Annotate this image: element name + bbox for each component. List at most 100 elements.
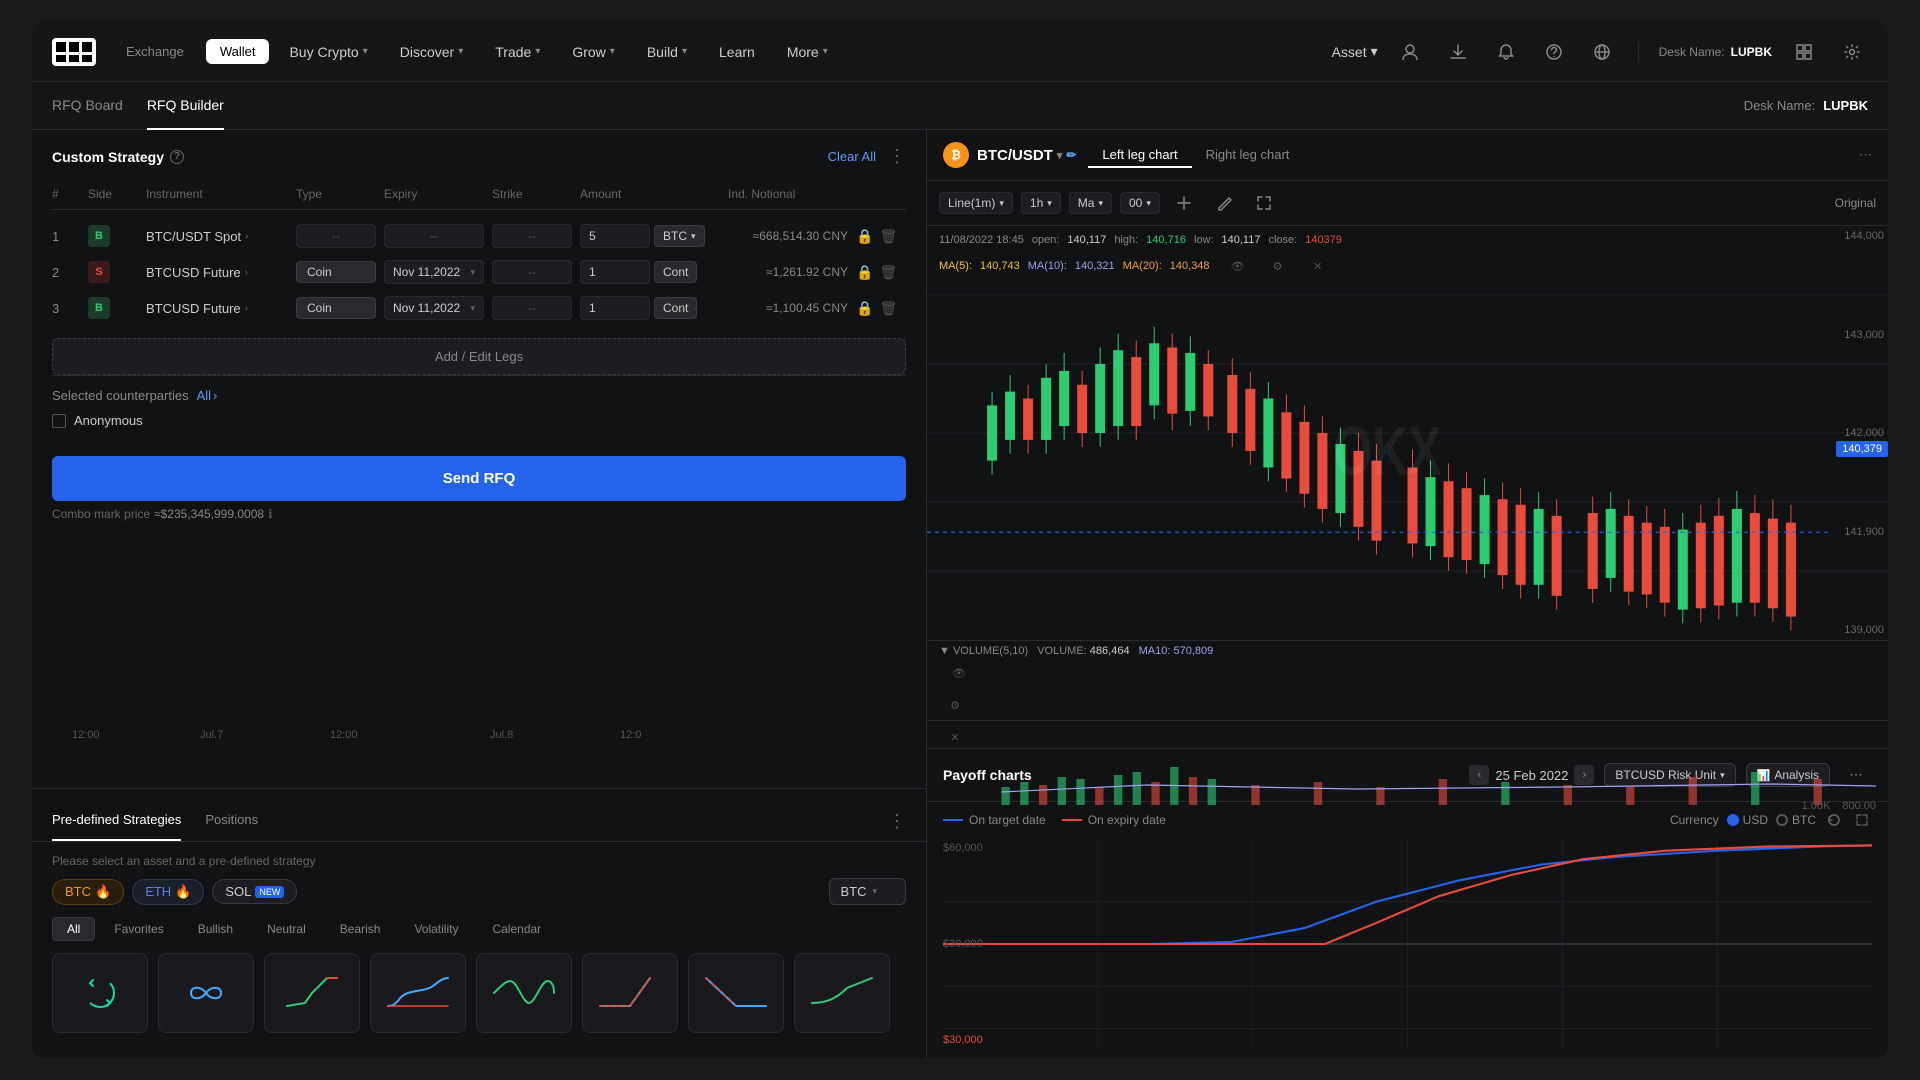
lock-icon[interactable]: 🔒	[856, 228, 873, 245]
combo-mark-price: Combo mark price ≈$235,345,999.0008 ℹ	[52, 507, 906, 521]
asset-name[interactable]: BTC/USDT ▾ ✏	[977, 147, 1076, 164]
wallet-tab[interactable]: Wallet	[206, 39, 270, 64]
download-icon[interactable]	[1442, 36, 1474, 68]
instrument-cell-3[interactable]: BTCUSD Future ›	[146, 301, 288, 316]
nav-buy-crypto[interactable]: Buy Crypto ▾	[277, 22, 379, 82]
currency-btc-option[interactable]: BTC	[1776, 813, 1816, 827]
instrument-cell-2[interactable]: BTCUSD Future ›	[146, 265, 288, 280]
strategy-card-2[interactable]	[158, 953, 254, 1033]
filter-tab-volatility[interactable]: Volatility	[399, 917, 473, 941]
delete-icon[interactable]: 🗑	[879, 264, 897, 281]
more-options-icon[interactable]: ⋮	[888, 146, 906, 167]
nav-grow[interactable]: Grow ▾	[560, 22, 626, 82]
chart-tab-left-leg[interactable]: Left leg chart	[1088, 143, 1191, 168]
instrument-cell-1[interactable]: BTC/USDT Spot ›	[146, 229, 288, 244]
asset-pill-eth[interactable]: ETH 🔥	[132, 879, 204, 905]
amount-input-2[interactable]: 1	[580, 260, 650, 284]
col-side: Side	[88, 187, 138, 201]
chart-fullscreen-icon[interactable]	[1248, 187, 1280, 219]
asset-pill-sol[interactable]: SOL NEW	[212, 879, 297, 904]
filter-tab-bearish[interactable]: Bearish	[325, 917, 396, 941]
volume-close-icon[interactable]: ✕	[939, 721, 971, 753]
subnav-right: Desk Name: LUPBK	[1744, 98, 1868, 113]
amount-unit-3[interactable]: Cont	[654, 297, 697, 319]
asset-pill-btc[interactable]: BTC 🔥	[52, 879, 124, 905]
predefined-tab-strategies[interactable]: Pre-defined Strategies	[52, 801, 181, 841]
expiry-select-2[interactable]: Nov 11,2022 ▾	[384, 260, 484, 284]
globe-icon[interactable]	[1586, 36, 1618, 68]
filter-tab-all[interactable]: All	[52, 917, 95, 941]
strategy-card-4[interactable]	[370, 953, 466, 1033]
ma-settings-icon[interactable]: ⚙	[1262, 250, 1294, 282]
help-icon[interactable]	[1538, 36, 1570, 68]
chart-controls: Line(1m) ▾ 1h ▾ Ma ▾ 00 ▾	[927, 181, 1888, 226]
strategy-card-1[interactable]	[52, 953, 148, 1033]
chevron-down-icon: ▾	[470, 303, 475, 314]
filter-tab-neutral[interactable]: Neutral	[252, 917, 321, 941]
more-options-icon[interactable]: ⋮	[888, 811, 906, 832]
strategy-card-3[interactable]	[264, 953, 360, 1033]
filter-tab-favorites[interactable]: Favorites	[99, 917, 178, 941]
layout-icon[interactable]	[1788, 36, 1820, 68]
chart-compare-icon[interactable]	[1168, 187, 1200, 219]
nav-discover[interactable]: Discover ▾	[388, 22, 476, 82]
lock-icon[interactable]: 🔒	[856, 300, 873, 317]
currency-usd-option[interactable]: USD	[1727, 813, 1768, 827]
asset-select-box[interactable]: BTC ▾	[829, 878, 906, 905]
chart-draw-icon[interactable]	[1208, 187, 1240, 219]
type-badge-3[interactable]: Coin	[296, 297, 376, 319]
subnav-rfq-builder[interactable]: RFQ Builder	[147, 82, 224, 130]
add-edit-legs-button[interactable]: Add / Edit Legs	[52, 338, 906, 375]
send-rfq-button[interactable]: Send RFQ	[52, 456, 906, 501]
indicator-select[interactable]: Ma ▾	[1069, 192, 1112, 214]
nav-build[interactable]: Build ▾	[635, 22, 699, 82]
edit-icon[interactable]: ✏	[1066, 148, 1076, 162]
ma-close-icon[interactable]: ✕	[1302, 250, 1334, 282]
payoff-refresh-icon[interactable]	[1824, 810, 1844, 830]
strategy-card-8[interactable]	[794, 953, 890, 1033]
strategy-card-5[interactable]	[476, 953, 572, 1033]
amount-unit-2[interactable]: Cont	[654, 261, 697, 283]
topbar: Exchange Wallet Buy Crypto ▾ Discover ▾ …	[32, 22, 1888, 82]
settings-icon[interactable]	[1836, 36, 1868, 68]
strategy-card-7[interactable]	[688, 953, 784, 1033]
nav-trade[interactable]: Trade ▾	[483, 22, 552, 82]
col-num: #	[52, 187, 80, 201]
nav-more[interactable]: More ▾	[775, 22, 840, 82]
amount-unit-1[interactable]: BTC ▾	[654, 225, 705, 247]
lock-icon[interactable]: 🔒	[856, 264, 873, 281]
amount-input-3[interactable]: 1	[580, 296, 650, 320]
chart-tab-right-leg[interactable]: Right leg chart	[1192, 143, 1304, 168]
info-icon[interactable]: ?	[170, 150, 184, 164]
nav-learn[interactable]: Learn	[707, 22, 767, 82]
asset-button[interactable]: Asset ▾	[1332, 43, 1378, 60]
delete-icon[interactable]: 🗑	[879, 228, 897, 245]
custom-strategy-section: Custom Strategy ? Clear All ⋮ # Side Ins…	[32, 130, 926, 788]
more-options-icon[interactable]: ⋯	[1859, 147, 1872, 163]
delete-icon[interactable]: 🗑	[879, 300, 897, 317]
expiry-select-3[interactable]: Nov 11,2022 ▾	[384, 296, 484, 320]
filter-tab-calendar[interactable]: Calendar	[477, 917, 556, 941]
anonymous-checkbox[interactable]	[52, 414, 66, 428]
subnav-rfq-board[interactable]: RFQ Board	[52, 82, 123, 130]
filter-tab-bullish[interactable]: Bullish	[183, 917, 248, 941]
exchange-tab[interactable]: Exchange	[112, 39, 198, 64]
payoff-expand-icon[interactable]	[1852, 810, 1872, 830]
strategy-card-6[interactable]	[582, 953, 678, 1033]
timeframe-select[interactable]: Line(1m) ▾	[939, 192, 1013, 214]
all-counterparties-link[interactable]: All ›	[197, 388, 218, 403]
clear-all-button[interactable]: Clear All	[828, 149, 876, 164]
interval-select[interactable]: 1h ▾	[1021, 192, 1061, 214]
chevron-down-icon: ▾	[535, 46, 540, 57]
interval2-select[interactable]: 00 ▾	[1120, 192, 1160, 214]
type-badge-2[interactable]: Coin	[296, 261, 376, 283]
ma-visible-icon[interactable]: 👁	[1222, 250, 1254, 282]
predefined-tab-positions[interactable]: Positions	[205, 801, 258, 841]
chevron-down-icon: ▾	[1146, 198, 1151, 209]
volume-settings-icon[interactable]: ⚙	[939, 689, 971, 721]
amount-input-1[interactable]: 5	[580, 224, 650, 248]
bell-icon[interactable]	[1490, 36, 1522, 68]
volume-visible-icon[interactable]: 👁	[943, 657, 975, 689]
profile-icon[interactable]	[1394, 36, 1426, 68]
current-price-tag: 140,379	[1836, 441, 1888, 457]
